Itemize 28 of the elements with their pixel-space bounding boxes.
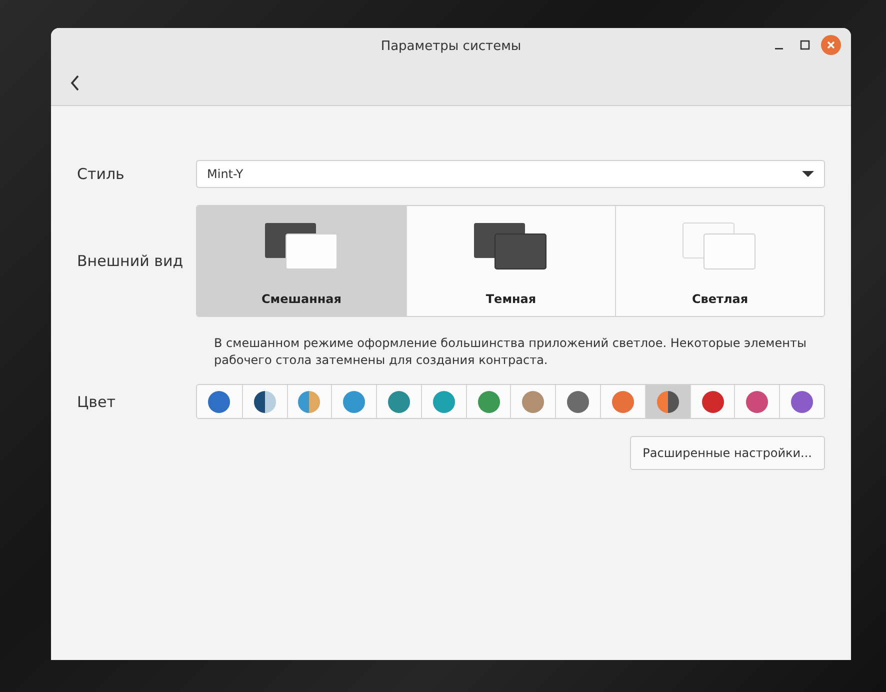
color-swatch[interactable]: [510, 385, 556, 418]
color-swatch[interactable]: [644, 385, 690, 418]
style-dropdown[interactable]: Mint-Y: [196, 160, 825, 188]
windows-icon: [473, 222, 549, 272]
close-icon[interactable]: [821, 35, 841, 55]
color-swatch[interactable]: [779, 385, 824, 418]
windows-icon: [682, 222, 758, 272]
color-swatch[interactable]: [420, 385, 466, 418]
color-label: Цвет: [77, 392, 116, 410]
color-swatch[interactable]: [331, 385, 376, 418]
style-label: Стиль: [77, 165, 126, 183]
color-swatch[interactable]: [734, 385, 780, 418]
caret-icon: [802, 170, 814, 178]
appearance-label: Внешний вид: [77, 252, 184, 270]
appearance-option[interactable]: Смешанная: [197, 206, 406, 316]
appearance-option[interactable]: Светлая: [615, 206, 824, 316]
color-swatch[interactable]: [197, 385, 242, 418]
color-swatch[interactable]: [286, 385, 332, 418]
color-swatch[interactable]: [555, 385, 600, 418]
color-swatch[interactable]: [376, 385, 421, 418]
color-swatch[interactable]: [600, 385, 645, 418]
appearance-option[interactable]: Темная: [406, 206, 615, 316]
advanced-settings-button[interactable]: Расширенные настройки...: [630, 436, 825, 470]
color-swatch[interactable]: [466, 385, 510, 418]
window-title: Параметры системы: [380, 38, 522, 54]
color-swatch[interactable]: [242, 385, 287, 418]
appearance-description: В смешанном режиме оформление большинства приложений светлое. Некоторые элементы рабочего стола затемнены для создания контраста.: [213, 335, 808, 369]
color-swatch[interactable]: [690, 385, 734, 418]
